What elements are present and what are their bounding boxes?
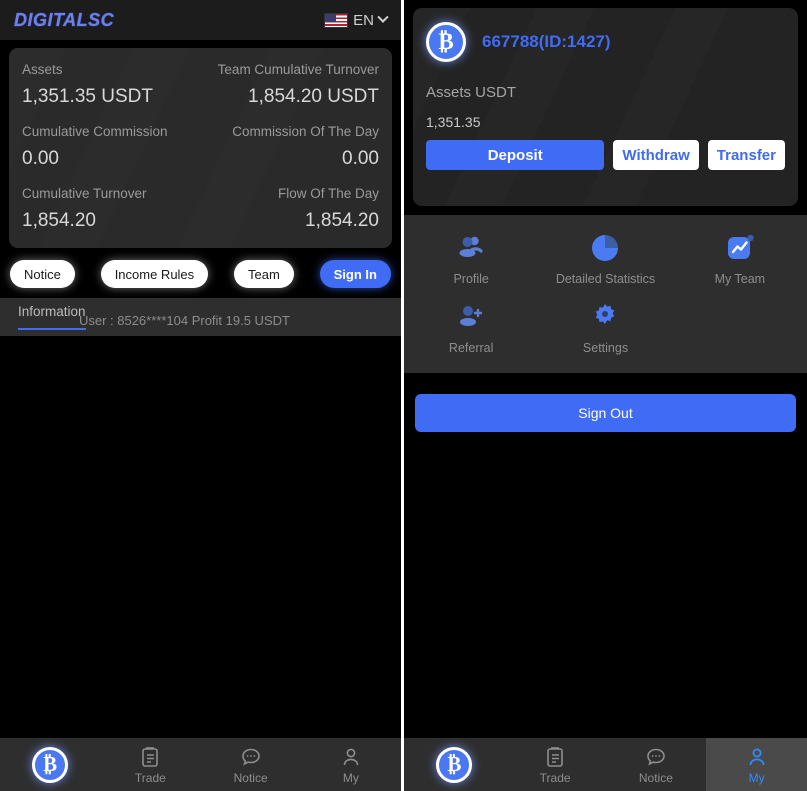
quick-actions: Notice Income Rules Team Sign In — [0, 248, 401, 298]
profile-card: ₿ 667788(ID:1427) Assets USDT 1,351.35 D… — [413, 8, 798, 206]
tab-information[interactable]: Information — [18, 304, 86, 330]
account-name: 667788(ID:1427) — [482, 32, 611, 51]
person-add-icon — [460, 306, 483, 326]
clipboard-icon — [547, 746, 563, 767]
stat-label: Cumulative Turnover — [22, 186, 147, 201]
nav-label: Trade — [134, 770, 166, 785]
menu-label: Referral — [448, 341, 494, 355]
menu-label: Detailed Statistics — [555, 272, 656, 286]
stat-value: 0.00 — [22, 148, 59, 169]
bitcoin-icon: ₿ — [32, 746, 69, 783]
stat-value: 1,854.20 USDT — [248, 86, 379, 107]
nav-label: Notice — [638, 770, 673, 785]
clipboard-icon — [142, 746, 159, 767]
bitcoin-icon: ₿ — [436, 746, 473, 783]
assets-value: 1,351.35 — [426, 114, 481, 130]
language-label: EN — [353, 11, 374, 29]
stat-label: Team Cumulative Turnover — [217, 62, 379, 77]
notice-button[interactable]: Notice — [10, 260, 75, 288]
stat-value: 0.00 — [342, 148, 379, 169]
signout-wrap: Sign Out — [404, 373, 807, 432]
chart-trend-icon — [727, 234, 754, 259]
person-icon — [749, 748, 765, 765]
stat-value: 1,351.35 USDT — [22, 86, 153, 107]
stat-value: 1,854.20 — [305, 210, 379, 231]
app-screen: DIGITALSC EN Assets Team Cumulative Turn… — [0, 0, 807, 791]
menu-label: Settings — [582, 341, 629, 355]
nav-label: Notice — [233, 770, 268, 785]
menu-item-profile[interactable]: Profile — [404, 227, 538, 290]
stat-label: Flow Of The Day — [277, 186, 379, 201]
menu-item-referral[interactable]: Referral — [404, 296, 538, 359]
menu-grid: Profile Detailed Statistics My Team Refe… — [404, 215, 807, 373]
ticker-text: User : 8526****104 Profit 19.5 USDT — [78, 313, 290, 328]
person-icon — [343, 748, 359, 765]
account-actions: Deposit Withdraw Transfer — [426, 140, 785, 170]
menu-item-settings[interactable]: Settings — [538, 296, 672, 359]
transfer-button[interactable]: Transfer — [707, 140, 785, 170]
chevron-down-icon — [377, 11, 389, 23]
nav-label: My — [748, 770, 765, 785]
left-content-area — [0, 336, 401, 791]
deposit-button[interactable]: Deposit — [426, 140, 605, 170]
nav-item-my[interactable]: My — [301, 738, 401, 791]
nav-item-home[interactable]: ₿ — [0, 738, 100, 791]
assets-label: Assets USDT — [426, 84, 517, 101]
team-button[interactable]: Team — [234, 260, 294, 288]
chat-bubble-icon — [241, 748, 260, 766]
nav-item-trade[interactable]: Trade — [100, 738, 200, 791]
right-panel: ₿ 667788(ID:1427) Assets USDT 1,351.35 D… — [404, 0, 807, 791]
left-panel: DIGITALSC EN Assets Team Cumulative Turn… — [0, 0, 401, 791]
app-logo: DIGITALSC — [14, 9, 115, 30]
menu-item-detailed-statistics[interactable]: Detailed Statistics — [538, 227, 672, 290]
bitcoin-icon: ₿ — [426, 22, 466, 62]
chat-bubble-icon — [647, 748, 665, 766]
left-bottom-nav: ₿ Trade Notice My — [0, 738, 401, 791]
stat-value: 1,854.20 — [22, 210, 96, 231]
people-icon — [459, 236, 483, 257]
nav-item-home[interactable]: ₿ — [404, 738, 505, 791]
nav-item-notice[interactable]: Notice — [606, 738, 707, 791]
stat-label: Commission Of The Day — [232, 124, 379, 139]
stats-card: Assets Team Cumulative Turnover 1,351.35… — [9, 48, 392, 248]
pie-chart-icon — [592, 235, 619, 261]
income-rules-button[interactable]: Income Rules — [100, 260, 209, 288]
sign-in-button[interactable]: Sign In — [319, 260, 391, 288]
language-selector[interactable]: EN — [324, 11, 389, 29]
nav-label: Trade — [539, 770, 571, 785]
nav-label: My — [342, 770, 359, 785]
gear-icon — [596, 304, 615, 324]
stat-label: Assets — [22, 62, 63, 77]
information-bar: Information User : 8526****104 Profit 19… — [0, 298, 401, 336]
menu-label: Profile — [453, 272, 489, 286]
withdraw-button[interactable]: Withdraw — [613, 140, 699, 170]
sign-out-button[interactable]: Sign Out — [415, 394, 796, 432]
us-flag-icon — [324, 12, 349, 28]
nav-item-trade[interactable]: Trade — [505, 738, 606, 791]
left-header: DIGITALSC EN — [0, 0, 401, 40]
nav-item-notice[interactable]: Notice — [201, 738, 301, 791]
menu-item-my-team[interactable]: My Team — [673, 227, 807, 290]
menu-label: My Team — [714, 272, 766, 286]
nav-item-my[interactable]: My — [706, 738, 807, 791]
right-bottom-nav: ₿ Trade Notice My — [404, 738, 807, 791]
stat-label: Cumulative Commission — [22, 124, 168, 139]
